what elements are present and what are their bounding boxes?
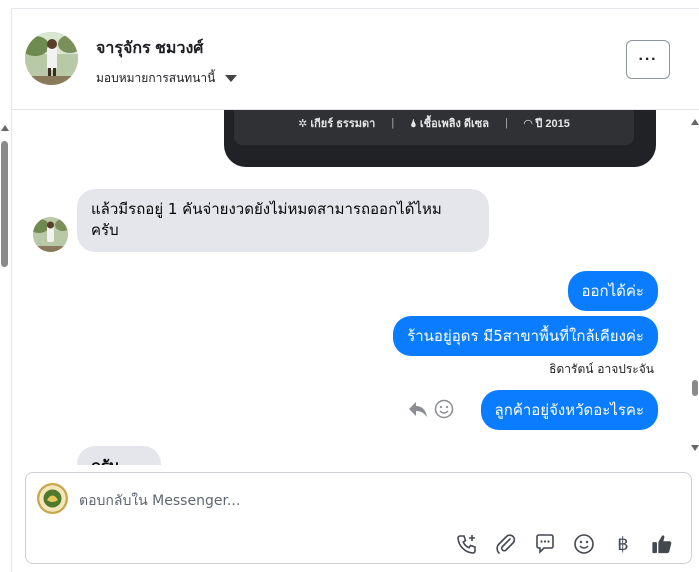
assign-label: มอบหมายการสนทนานี้ bbox=[96, 71, 216, 85]
message-text-line: แล้วมีรถอยู่ 1 คันจ่ายงวดยังไม่หมดสามารถ… bbox=[91, 200, 442, 218]
reply-icon[interactable] bbox=[408, 399, 428, 419]
conversation-header: จารุจักร ชมวงศ์ มอบหมายการสนทนานี้ ··· bbox=[12, 9, 699, 110]
more-horizontal-icon: ··· bbox=[638, 50, 658, 68]
listing-specs: ✲ เกียร์ ธรรมดา | 🌢 เชื้อเพลิง ดีเซล | ◠… bbox=[234, 110, 634, 145]
fuel-drop-icon: 🌢 bbox=[410, 117, 417, 130]
message-text-line: ครับ bbox=[91, 221, 119, 239]
gear-icon: ✲ bbox=[298, 117, 308, 130]
outgoing-message[interactable]: ร้านอยู่อุดร มี5สาขาพื้นที่ใกล้เคียงค่ะ bbox=[393, 316, 658, 356]
scrollbar-thumb[interactable] bbox=[692, 380, 698, 396]
reply-composer: ฿ bbox=[25, 472, 692, 564]
scroll-up-arrow-icon[interactable] bbox=[691, 119, 699, 125]
year-spec: ◠ ปี 2015 bbox=[524, 114, 570, 132]
contact-avatar[interactable] bbox=[25, 32, 78, 85]
left-scrollbar[interactable] bbox=[0, 122, 10, 572]
spec-separator: | bbox=[504, 116, 508, 129]
gear-spec: ✲ เกียร์ ธรรมดา bbox=[298, 114, 375, 132]
gauge-icon: ◠ bbox=[523, 117, 533, 130]
page-avatar bbox=[37, 483, 68, 514]
incoming-message[interactable]: ครับ bbox=[77, 446, 161, 465]
emoji-icon[interactable] bbox=[573, 533, 595, 555]
incoming-message[interactable]: แล้วมีรถอยู่ 1 คันจ่ายงวดยังไม่หมดสามารถ… bbox=[77, 189, 489, 252]
paperclip-icon[interactable] bbox=[495, 533, 517, 555]
call-add-icon[interactable] bbox=[456, 533, 478, 555]
baht-icon[interactable]: ฿ bbox=[612, 533, 634, 555]
fuel-spec: 🌢 เชื้อเพลิง ดีเซล bbox=[410, 114, 489, 132]
year-text: ปี 2015 bbox=[535, 117, 570, 130]
scrollbar-thumb[interactable] bbox=[1, 141, 8, 267]
conversation-panel: จารุจักร ชมวงศ์ มอบหมายการสนทนานี้ ··· ✲… bbox=[11, 8, 699, 572]
outgoing-message[interactable]: ลูกค้าอยู่จังหวัดอะไรคะ bbox=[480, 390, 658, 430]
spec-separator: | bbox=[391, 116, 395, 129]
outgoing-message[interactable]: ออกได้ค่ะ bbox=[567, 271, 658, 311]
message-actions bbox=[408, 399, 454, 419]
thread-scrollbar[interactable] bbox=[690, 115, 699, 455]
fuel-text: เชื้อเพลิง ดีเซล bbox=[419, 117, 489, 130]
assign-conversation-dropdown[interactable]: มอบหมายการสนทนานี้ bbox=[96, 69, 238, 88]
listing-card[interactable]: ✲ เกียร์ ธรรมดา | 🌢 เชื้อเพลิง ดีเซล | ◠… bbox=[224, 110, 656, 167]
saved-reply-icon[interactable] bbox=[534, 533, 556, 555]
reply-input[interactable] bbox=[79, 490, 659, 512]
contact-name[interactable]: จารุจักร ชมวงศ์ bbox=[96, 36, 203, 61]
thumbs-up-icon[interactable] bbox=[651, 533, 673, 555]
sender-name: ธิดารัตน์ อาจประจัน bbox=[549, 362, 654, 376]
gear-text: เกียร์ ธรรมดา bbox=[310, 117, 376, 130]
scroll-down-arrow-icon[interactable] bbox=[691, 445, 699, 451]
more-options-button[interactable]: ··· bbox=[626, 40, 670, 79]
caret-down-icon bbox=[225, 75, 238, 82]
contact-avatar-small[interactable] bbox=[33, 217, 68, 252]
message-thread[interactable]: ✲ เกียร์ ธรรมดา | 🌢 เชื้อเพลิง ดีเซล | ◠… bbox=[12, 110, 699, 465]
emoji-icon[interactable] bbox=[434, 399, 454, 419]
composer-toolbar: ฿ bbox=[456, 533, 673, 555]
scroll-up-arrow-icon[interactable] bbox=[1, 125, 9, 131]
